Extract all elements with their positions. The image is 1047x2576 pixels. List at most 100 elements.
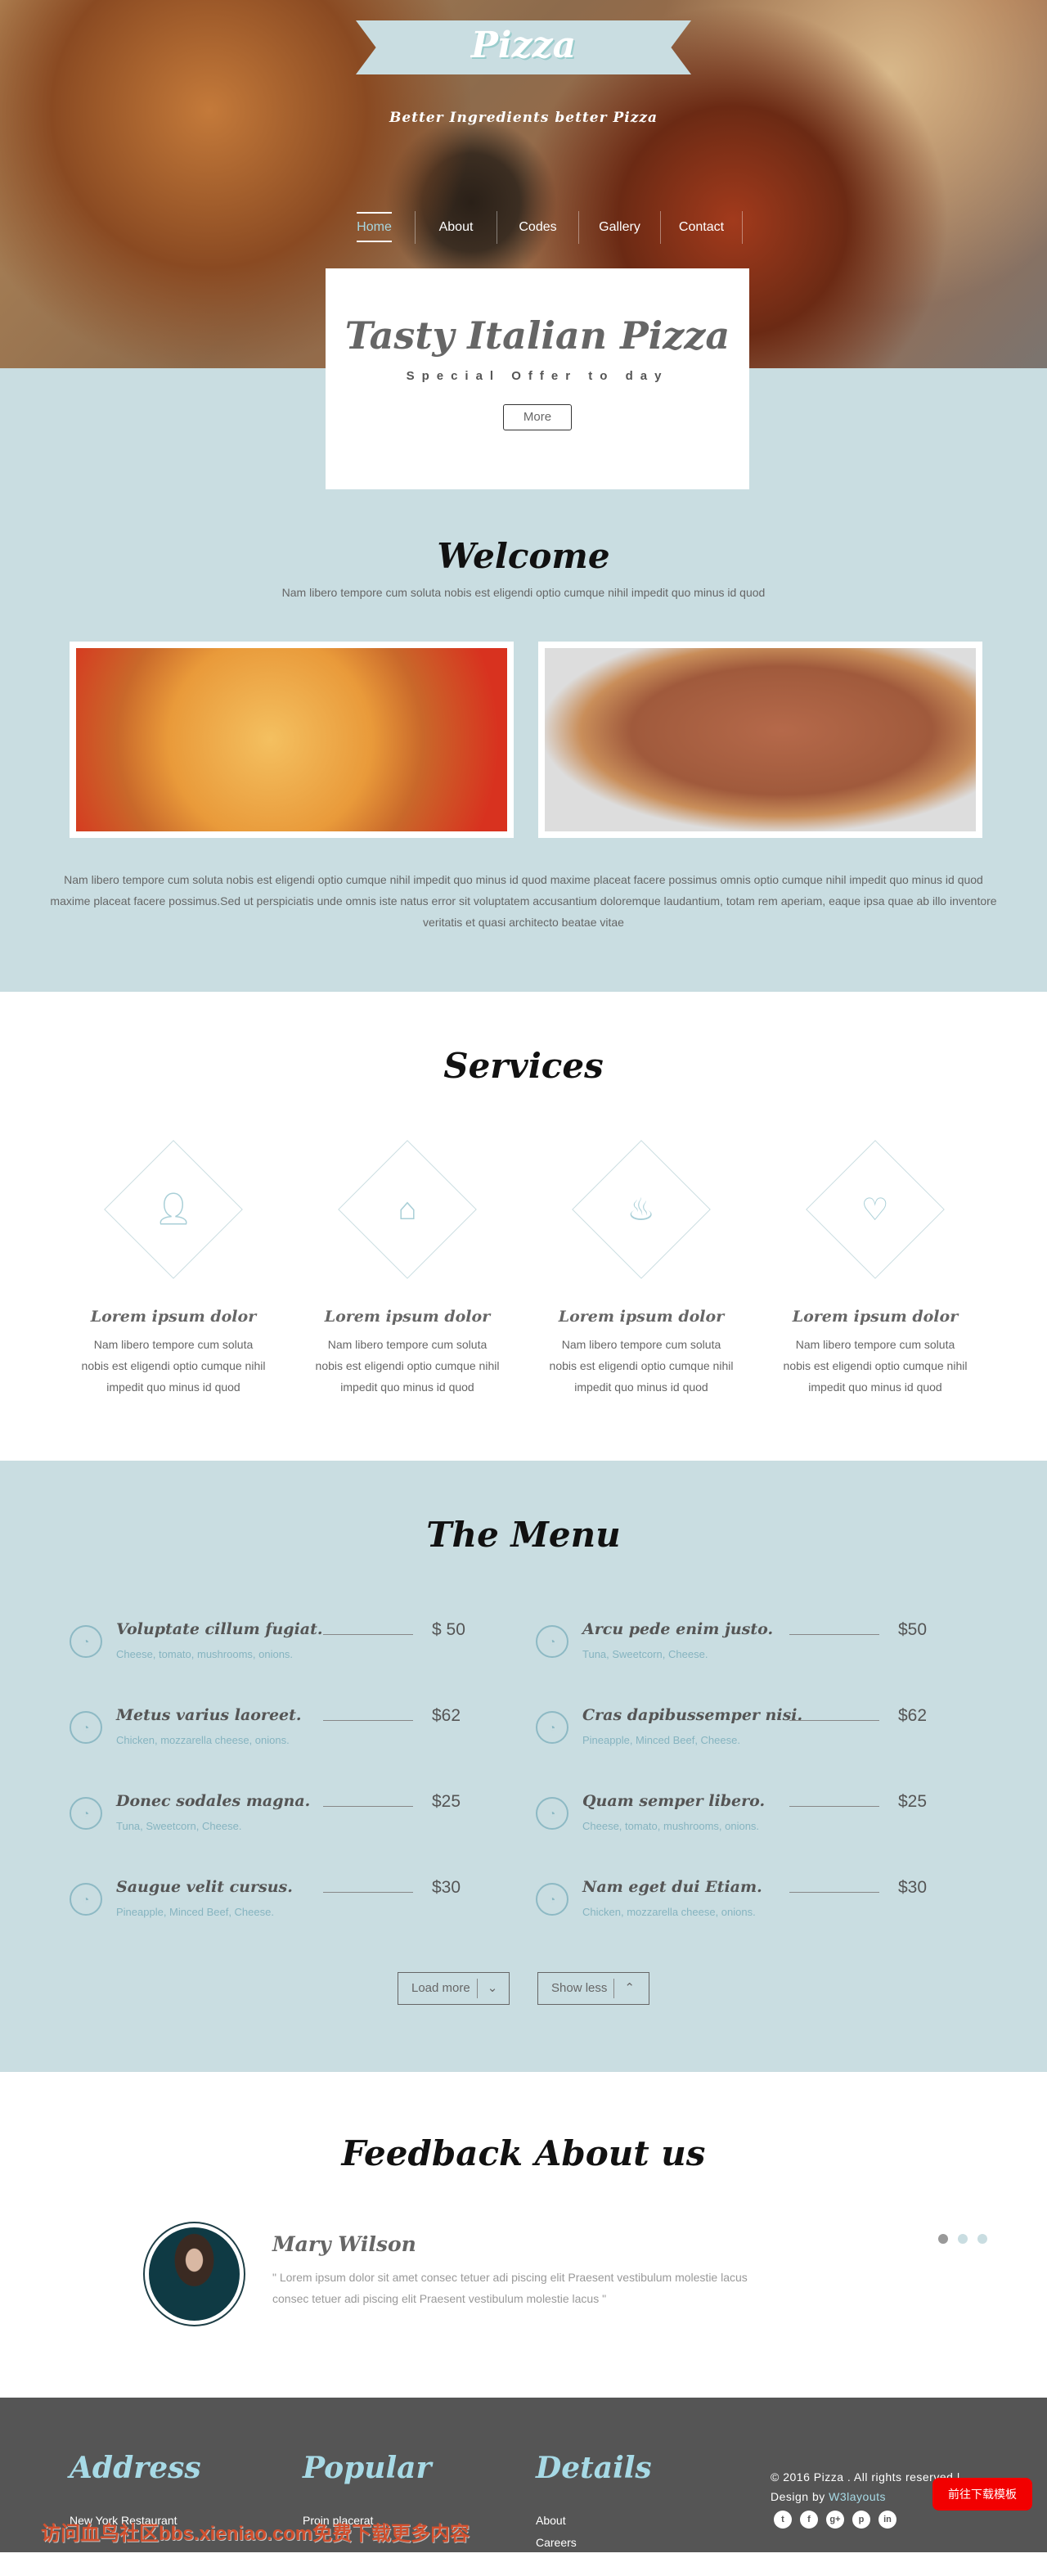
- hero-title: Tasty Italian Pizza: [344, 313, 730, 358]
- feedback-title: Feedback About us: [341, 2133, 706, 2173]
- service-item: ⌂ Lorem ipsum dolor Nam libero tempore c…: [301, 1136, 514, 1398]
- download-template-button[interactable]: 前往下载模板: [932, 2478, 1032, 2511]
- avatar: [143, 2222, 245, 2326]
- menu-item-divider: [323, 1720, 413, 1721]
- menu-item-ingredients: Tuna, Sweetcorn, Cheese.: [116, 1820, 242, 1832]
- footer-details: Details About Careers Privacy Policy: [536, 2451, 652, 2576]
- pizza-icon: ◔: [70, 1625, 102, 1658]
- google-plus-icon[interactable]: g+: [826, 2511, 844, 2529]
- user-icon: 👤︎: [153, 1192, 194, 1227]
- pizza-icon: ◔: [536, 1711, 568, 1744]
- linkedin-icon[interactable]: in: [878, 2511, 896, 2529]
- menu-item-price: $62: [432, 1706, 461, 1725]
- footer-popular-title: Popular: [303, 2451, 432, 2485]
- menu-item-name: Arcu pede enim justo.: [582, 1620, 774, 1638]
- menu-item-price: $ 50: [432, 1620, 465, 1639]
- social-links: t f g+ p in: [774, 2511, 896, 2529]
- twitter-icon[interactable]: t: [774, 2511, 792, 2529]
- slider-dot-3[interactable]: [977, 2234, 987, 2244]
- service-text: Nam libero tempore cum soluta nobis est …: [81, 1338, 266, 1394]
- pizza-image-2: [538, 642, 982, 838]
- service-item: ♡ Lorem ipsum dolor Nam libero tempore c…: [769, 1136, 982, 1398]
- menu-item-divider: [789, 1892, 879, 1893]
- service-item: ♨ Lorem ipsum dolor Nam libero tempore c…: [535, 1136, 748, 1398]
- menu-item-divider: [789, 1720, 879, 1721]
- nav-home[interactable]: Home: [334, 211, 416, 244]
- facebook-icon[interactable]: f: [800, 2511, 818, 2529]
- service-diamond: ⌂: [338, 1140, 477, 1279]
- home-icon: ⌂: [398, 1191, 417, 1227]
- menu-item: ◔ Nam eget dui Etiam. Chicken, mozzarella …: [536, 1878, 945, 1927]
- menu-item-name: Nam eget dui Etiam.: [582, 1878, 762, 1896]
- tagline: Better Ingredients better Pizza: [389, 110, 658, 126]
- footer-address-title: Address: [70, 2451, 201, 2485]
- menu-item-name: Saugue velit cursus.: [116, 1878, 293, 1896]
- menu-item: ◔ Metus varius laoreet. Chicken, mozzarell…: [70, 1706, 479, 1755]
- nav-codes[interactable]: Codes: [497, 211, 579, 244]
- menu-item: ◔ Quam semper libero. Cheese, tomato, mush…: [536, 1792, 945, 1841]
- service-title: Lorem ipsum dolor: [324, 1308, 491, 1326]
- reviewer-name: Mary Wilson: [272, 2232, 416, 2256]
- menu-item-price: $25: [432, 1792, 461, 1811]
- details-link-privacy[interactable]: Privacy Policy: [536, 2554, 652, 2576]
- details-link-about[interactable]: About: [536, 2510, 652, 2532]
- load-more-button[interactable]: Load more ⌄: [398, 1972, 510, 2005]
- welcome-title: Welcome: [437, 536, 610, 576]
- service-text: Nam libero tempore cum soluta nobis est …: [783, 1338, 968, 1394]
- menu-title: The Menu: [426, 1515, 621, 1555]
- feedback-section: Feedback About us Mary Wilson " Lorem ip…: [0, 2072, 1047, 2398]
- w3layouts-link[interactable]: W3layouts: [829, 2490, 886, 2503]
- slider-dot-1[interactable]: [938, 2234, 948, 2244]
- show-less-button[interactable]: Show less ⌃: [537, 1972, 649, 2005]
- slider-dot-2[interactable]: [958, 2234, 968, 2244]
- review-quote: " Lorem ipsum dolor sit amet consec tetu…: [272, 2271, 748, 2305]
- heart-icon: ♡: [861, 1192, 890, 1227]
- more-button[interactable]: More: [503, 404, 572, 430]
- pizza-icon: ◔: [70, 1711, 102, 1744]
- popular-link[interactable]: Proin semper utr: [303, 2554, 431, 2576]
- nav-contact[interactable]: Contact: [661, 211, 743, 244]
- pizza-icon: ◔: [536, 1797, 568, 1830]
- menu-item-name: Metus varius laoreet.: [116, 1706, 302, 1724]
- menu-item-ingredients: Chicken, mozzarella cheese, onions.: [116, 1734, 290, 1746]
- menu-item-divider: [789, 1806, 879, 1807]
- menu-item: ◔ Voluptate cillum fugiat. Cheese, tomato,…: [70, 1620, 479, 1669]
- slider-dots: [938, 2234, 987, 2244]
- nav-about[interactable]: About: [416, 211, 497, 244]
- menu-item-price: $62: [898, 1706, 928, 1725]
- menu-item: ◔ Saugue velit cursus. Pineapple, Minced B…: [70, 1878, 479, 1927]
- menu-item-ingredients: Cheese, tomato, mushrooms, onions.: [116, 1648, 294, 1660]
- welcome-paragraph: Nam libero tempore cum soluta nobis est …: [50, 873, 997, 929]
- service-item: 👤︎ Lorem ipsum dolor Nam libero tempore …: [67, 1136, 280, 1398]
- chevron-down-icon: ⌄: [476, 1979, 508, 1998]
- menu-item-divider: [323, 1634, 413, 1635]
- pizza-icon: ◔: [536, 1883, 568, 1916]
- menu-item-ingredients: Cheese, tomato, mushrooms, onions.: [582, 1820, 760, 1832]
- hero-subtitle: Special Offer to day: [406, 369, 669, 383]
- menu-item-divider: [789, 1634, 879, 1635]
- footer-popular: Popular Proin placerat Proin semper utr: [303, 2451, 431, 2576]
- logo[interactable]: Pizza: [356, 25, 691, 66]
- details-link-careers[interactable]: Careers: [536, 2532, 652, 2554]
- menu-item-divider: [323, 1892, 413, 1893]
- service-title: Lorem ipsum dolor: [558, 1308, 725, 1326]
- welcome-subtitle: Nam libero tempore cum soluta nobis est …: [281, 586, 766, 599]
- menu-item-name: Donec sodales magna.: [116, 1792, 311, 1810]
- pizza-image-1: [70, 642, 514, 838]
- menu-item: ◔ Cras dapibussemper nisi. Pineapple, Minc…: [536, 1706, 945, 1755]
- service-title: Lorem ipsum dolor: [792, 1308, 959, 1326]
- menu-section: The Menu: [0, 1461, 1047, 2072]
- nav-gallery[interactable]: Gallery: [579, 211, 661, 244]
- service-diamond: 👤︎: [104, 1140, 243, 1279]
- menu-item-divider: [323, 1806, 413, 1807]
- menu-item-price: $50: [898, 1620, 928, 1639]
- services-section: Services 👤︎ Lorem ipsum dolor Nam libero…: [0, 992, 1047, 1461]
- hero-card: Tasty Italian Pizza Special Offer to day…: [326, 268, 749, 489]
- menu-item-name: Cras dapibussemper nisi.: [582, 1706, 803, 1724]
- fire-icon: ♨: [627, 1192, 656, 1227]
- pinterest-icon[interactable]: p: [852, 2511, 870, 2529]
- footer-address: Address New York Restaurant New York, NY…: [70, 2451, 201, 2576]
- address-line: New York, NY 10014: [70, 2558, 175, 2571]
- watermark: 访问血鸟社区bbs.xieniao.com免费下载更多内容: [41, 2523, 470, 2545]
- pizza-icon: ◔: [536, 1625, 568, 1658]
